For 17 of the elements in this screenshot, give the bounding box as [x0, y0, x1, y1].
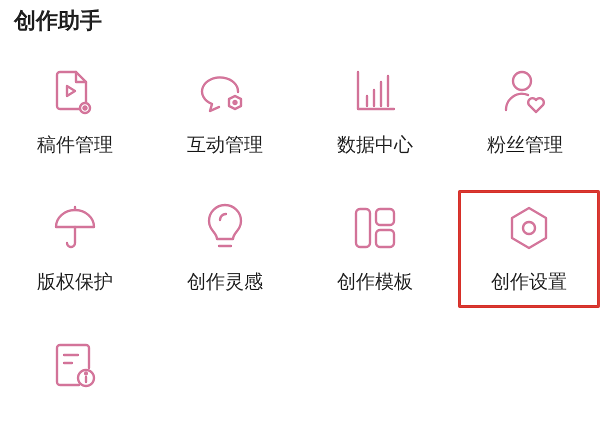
tool-label: 数据中心 [337, 133, 413, 158]
tool-label: 创作设置 [491, 270, 567, 295]
tool-label: 版权保护 [37, 270, 113, 295]
tool-label: 创作灵感 [187, 270, 263, 295]
tool-item[interactable]: 数据中心 [304, 53, 446, 171]
tool-item[interactable]: 互动管理 [154, 53, 296, 171]
tool-item[interactable]: 创作设置 [458, 190, 600, 308]
tool-label: 创作模板 [337, 270, 413, 295]
tool-item[interactable]: 创作模板 [304, 190, 446, 308]
tool-label: 稿件管理 [37, 133, 113, 158]
tool-label: 互动管理 [187, 133, 263, 158]
section-title: 创作助手 [14, 8, 103, 36]
tool-item[interactable]: 创作灵感 [154, 190, 296, 308]
tool-label: 粉丝管理 [487, 133, 563, 158]
tool-item[interactable]: 版权保护 [4, 190, 146, 308]
tool-item[interactable]: 稿件管理 [4, 53, 146, 171]
tool-item[interactable]: 粉丝管理 [454, 53, 596, 171]
